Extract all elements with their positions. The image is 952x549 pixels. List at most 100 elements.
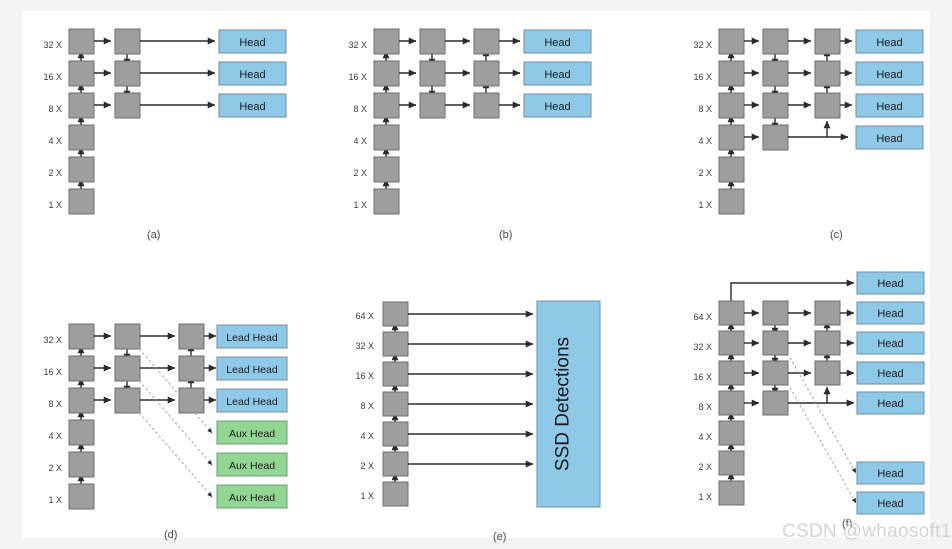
scale-label: 1 X [698,492,712,502]
feature-block [114,92,141,119]
feature-block [718,156,745,183]
feature-block [373,188,400,215]
feature-block [762,124,789,151]
feature-block [762,330,789,356]
panel-caption-c: (c) [830,229,843,241]
head-label: Lead Head [226,364,278,376]
figure-page: 32 X 16 X 8 X 4 X 2 X 1 X Head Head Head… [0,0,952,549]
scale-label: 64 X [693,312,712,322]
scale-label: 32 X [355,341,374,351]
aux-dashed-link [784,378,857,504]
scale-label: 2 X [48,168,62,178]
scale-label: 2 X [353,168,367,178]
scale-label: 16 X [348,72,367,82]
scale-label: 4 X [48,431,62,441]
head-label: Lead Head [226,396,278,408]
feature-block [68,28,95,55]
feature-block [814,330,841,356]
watermark: CSDN @whaosoft143 [782,521,952,542]
feature-block [718,360,745,386]
feature-block [373,28,400,55]
scale-label: 4 X [698,432,712,442]
scale-label: 8 X [48,104,62,114]
feature-block [762,28,789,55]
head-label: Head [877,338,903,350]
feature-block [814,300,841,326]
scale-label: 4 X [48,136,62,146]
scale-label: 32 X [693,40,712,50]
scale-label: 16 X [355,371,374,381]
feature-block [68,387,95,414]
feature-block [718,420,745,446]
panel-c: 32 X 16 X 8 X 4 X 2 X 1 X Head Head Head… [652,11,937,241]
scale-label: 8 X [48,399,62,409]
scale-label: 2 X [48,463,62,473]
panel-d: 32 X 16 X 8 X 4 X 2 X 1 X Lead Head Lead… [22,301,322,541]
feature-block [814,28,841,55]
head-label: Head [876,101,902,113]
feature-block [382,451,409,477]
scale-label: 16 X [693,72,712,82]
scale-label: 16 X [43,367,62,377]
feature-block [718,480,745,506]
head-label: Head [876,37,902,49]
panel-f-diagram: 64 X 32 X 16 X 8 X 4 X 2 X 1 X Head Head… [693,271,925,515]
feature-block [373,156,400,183]
feature-block [718,390,745,416]
feature-block [373,124,400,151]
panel-caption-d: (d) [164,529,178,541]
feature-block [373,60,400,87]
feature-block [178,323,205,350]
head-label: Head [877,498,903,510]
scale-label: 2 X [698,462,712,472]
feature-block [814,92,841,119]
feature-block [382,391,409,417]
feature-block [68,483,95,510]
aux-head-label: Aux Head [229,428,275,440]
head-label: Lead Head [226,332,278,344]
scale-label: 32 X [348,40,367,50]
feature-block [762,390,789,416]
panel-caption-a: (a) [147,229,161,241]
panel-d-diagram: 32 X 16 X 8 X 4 X 2 X 1 X Lead Head Lead… [43,323,288,510]
feature-block [718,124,745,151]
scale-label: 4 X [360,431,374,441]
figure-card: 32 X 16 X 8 X 4 X 2 X 1 X Head Head Head… [22,11,952,543]
feature-block [814,60,841,87]
feature-block [419,60,446,87]
ssd-detections-label: SSD Detections [553,337,574,471]
panel-b-diagram: 32 X 16 X 8 X 4 X 2 X 1 X Head Head Head [348,28,592,215]
panel-e-diagram: 64 X 32 X 16 X 8 X 4 X 2 X 1 X SSD Detec… [355,300,601,508]
head-label: Head [877,308,903,320]
feature-block [718,450,745,476]
scale-label: 64 X [355,311,374,321]
feature-block [68,188,95,215]
scale-label: 4 X [353,136,367,146]
feature-block [473,28,500,55]
feature-block [114,28,141,55]
scale-label: 16 X [43,72,62,82]
scale-label: 32 X [693,342,712,352]
feature-block [718,60,745,87]
feature-block [178,387,205,414]
feature-block [718,188,745,215]
feature-block [473,92,500,119]
feature-block [68,124,95,151]
head-label: Head [544,37,570,49]
feature-block [762,300,789,326]
panel-caption-e: (e) [493,531,507,543]
head-label: Head [239,101,265,113]
aux-head-label: Aux Head [229,492,275,504]
scale-label: 32 X [43,335,62,345]
scale-label: 16 X [693,372,712,382]
feature-block [419,28,446,55]
feature-block [419,92,446,119]
feature-block [178,355,205,382]
panel-a: 32 X 16 X 8 X 4 X 2 X 1 X Head Head Head… [22,11,322,241]
head-label: Head [876,69,902,81]
scale-label: 8 X [698,104,712,114]
feature-block [382,331,409,357]
feature-block [718,330,745,356]
feature-block [68,451,95,478]
aux-head-label: Aux Head [229,460,275,472]
